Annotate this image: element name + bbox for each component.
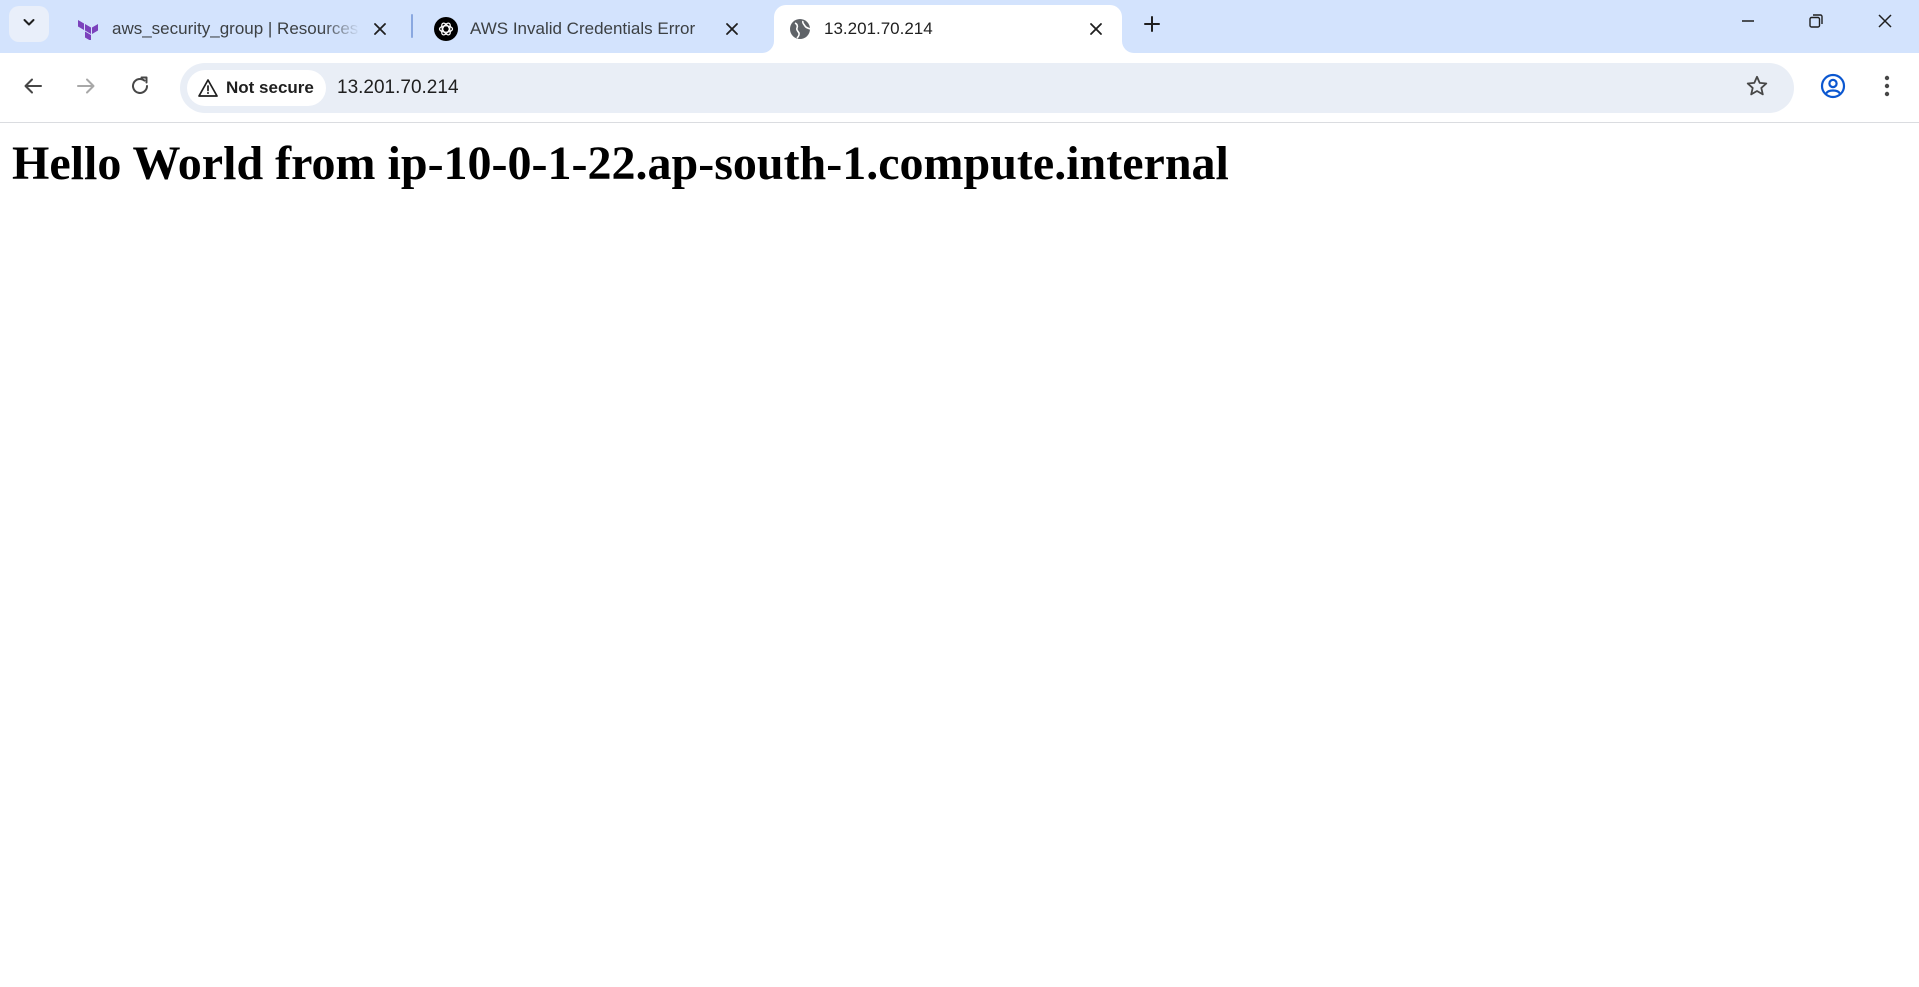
address-bar[interactable]: Not secure 13.201.70.214: [180, 63, 1794, 113]
profile-icon: [1820, 73, 1846, 104]
tab-divider: [411, 14, 413, 38]
page-heading: Hello World from ip-10-0-1-22.ap-south-1…: [12, 137, 1229, 190]
chevron-down-icon: [21, 14, 37, 35]
close-icon[interactable]: [368, 17, 392, 41]
page-content: Hello World from ip-10-0-1-22.ap-south-1…: [0, 124, 1919, 987]
tab-active-ip[interactable]: 13.201.70.214: [774, 5, 1122, 53]
tab-search-button[interactable]: [9, 6, 49, 42]
url-text[interactable]: 13.201.70.214: [337, 63, 459, 113]
restore-button[interactable]: [1782, 0, 1850, 46]
bookmark-button[interactable]: [1740, 71, 1774, 105]
restore-icon: [1808, 13, 1824, 34]
close-icon[interactable]: [720, 17, 744, 41]
openai-icon: [434, 17, 458, 41]
browser-toolbar: Not secure 13.201.70.214: [0, 53, 1919, 123]
minimize-button[interactable]: [1714, 0, 1782, 46]
globe-icon: [788, 17, 812, 41]
plus-icon: [1143, 15, 1161, 38]
tab-strip: aws_security_group | Resources AWS Inval…: [0, 0, 1919, 53]
close-icon: [1877, 13, 1893, 34]
tab-title: 13.201.70.214: [824, 19, 933, 38]
terraform-icon: [76, 17, 100, 41]
close-window-button[interactable]: [1851, 0, 1919, 46]
tab-title: aws_security_group | Resources: [112, 19, 359, 38]
forward-arrow-icon: [75, 75, 97, 102]
minimize-icon: [1740, 13, 1756, 34]
new-tab-button[interactable]: [1136, 10, 1168, 42]
close-icon[interactable]: [1084, 17, 1108, 41]
reload-button[interactable]: [122, 70, 158, 106]
tab-title: AWS Invalid Credentials Error: [470, 19, 696, 38]
security-label: Not secure: [226, 78, 314, 97]
profile-button[interactable]: [1815, 70, 1851, 106]
warning-triangle-icon: [197, 77, 219, 99]
reload-icon: [129, 75, 151, 102]
back-arrow-icon: [22, 75, 44, 102]
tab-aws-invalid-credentials[interactable]: AWS Invalid Credentials Error: [420, 5, 758, 53]
kebab-menu-icon: [1884, 75, 1890, 102]
tab-aws-security-group[interactable]: aws_security_group | Resources: [62, 5, 406, 53]
star-icon: [1745, 74, 1769, 103]
forward-button[interactable]: [68, 70, 104, 106]
security-chip[interactable]: Not secure: [187, 70, 326, 106]
menu-button[interactable]: [1869, 70, 1905, 106]
back-button[interactable]: [15, 70, 51, 106]
